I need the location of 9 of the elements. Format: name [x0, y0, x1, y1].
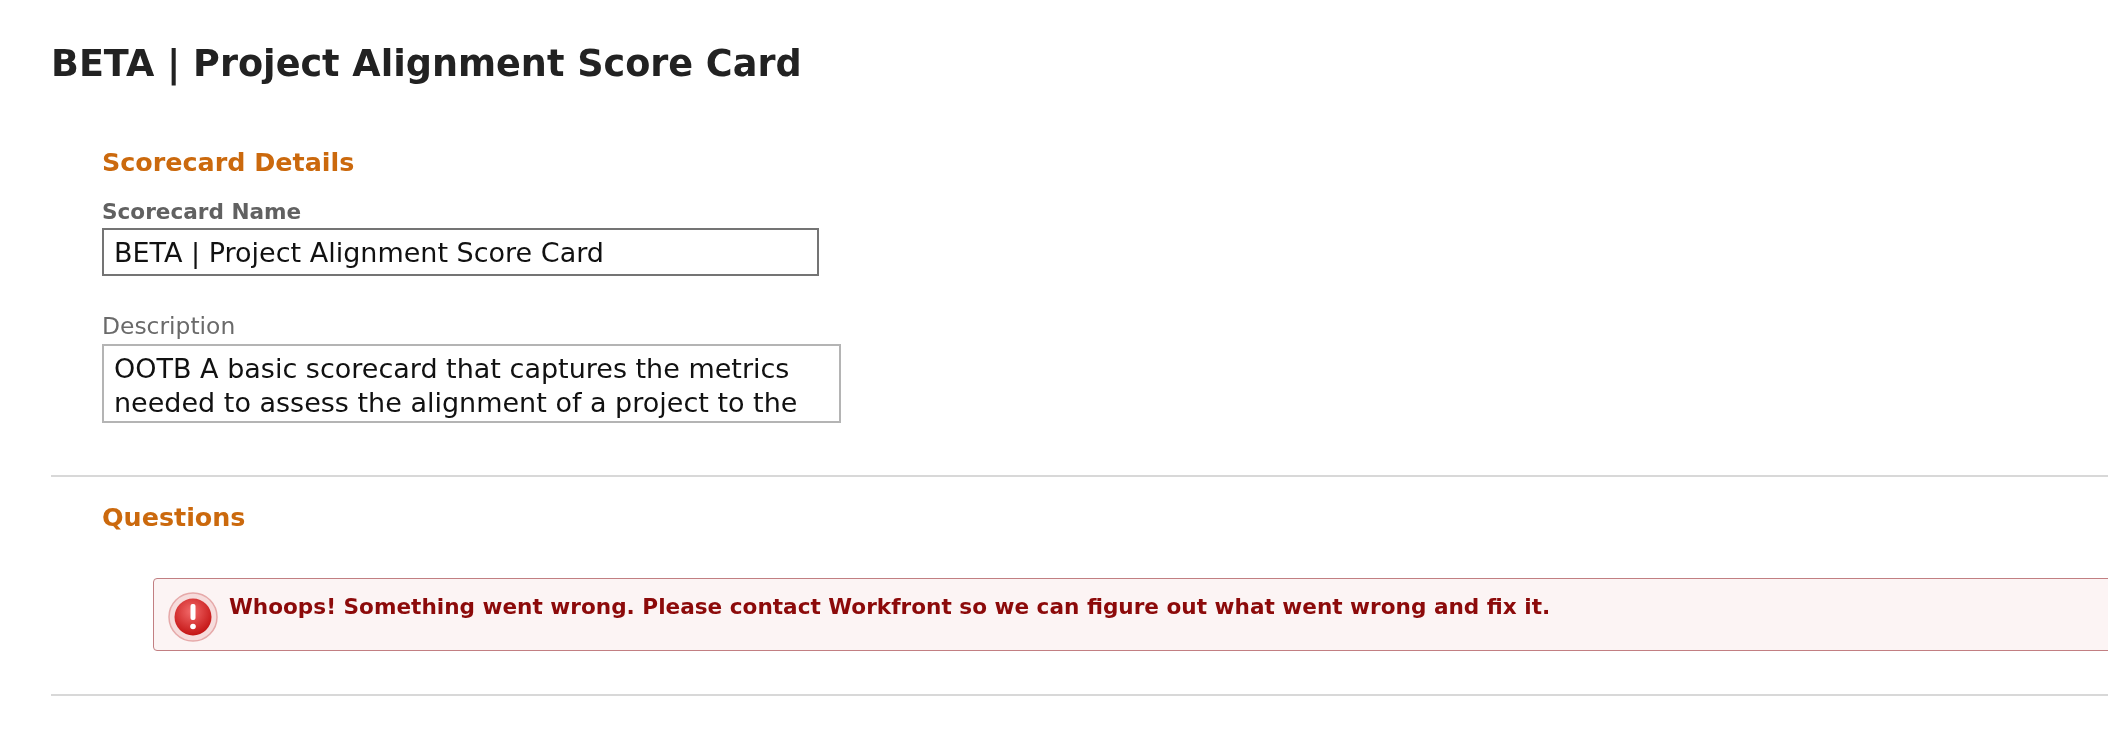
description-textarea[interactable]: OOTB A basic scorecard that captures the metrics needed to assess the alignment of a project to the — [102, 344, 841, 423]
section-heading: Questions — [102, 503, 246, 532]
field-label: Scorecard Name — [102, 200, 302, 224]
name-input-field[interactable]: BETA | Project Alignment Score Card — [102, 228, 819, 276]
field-label: Description — [102, 313, 236, 340]
error-icon — [168, 592, 218, 642]
page-title: BETA | Project Alignment Score Card — [51, 43, 802, 85]
section-heading: Scorecard Details — [102, 148, 355, 177]
error-message: Whoops! Something went wrong. Please contact Workfront so we can figure out what went wrong and fix it. — [229, 595, 1551, 619]
